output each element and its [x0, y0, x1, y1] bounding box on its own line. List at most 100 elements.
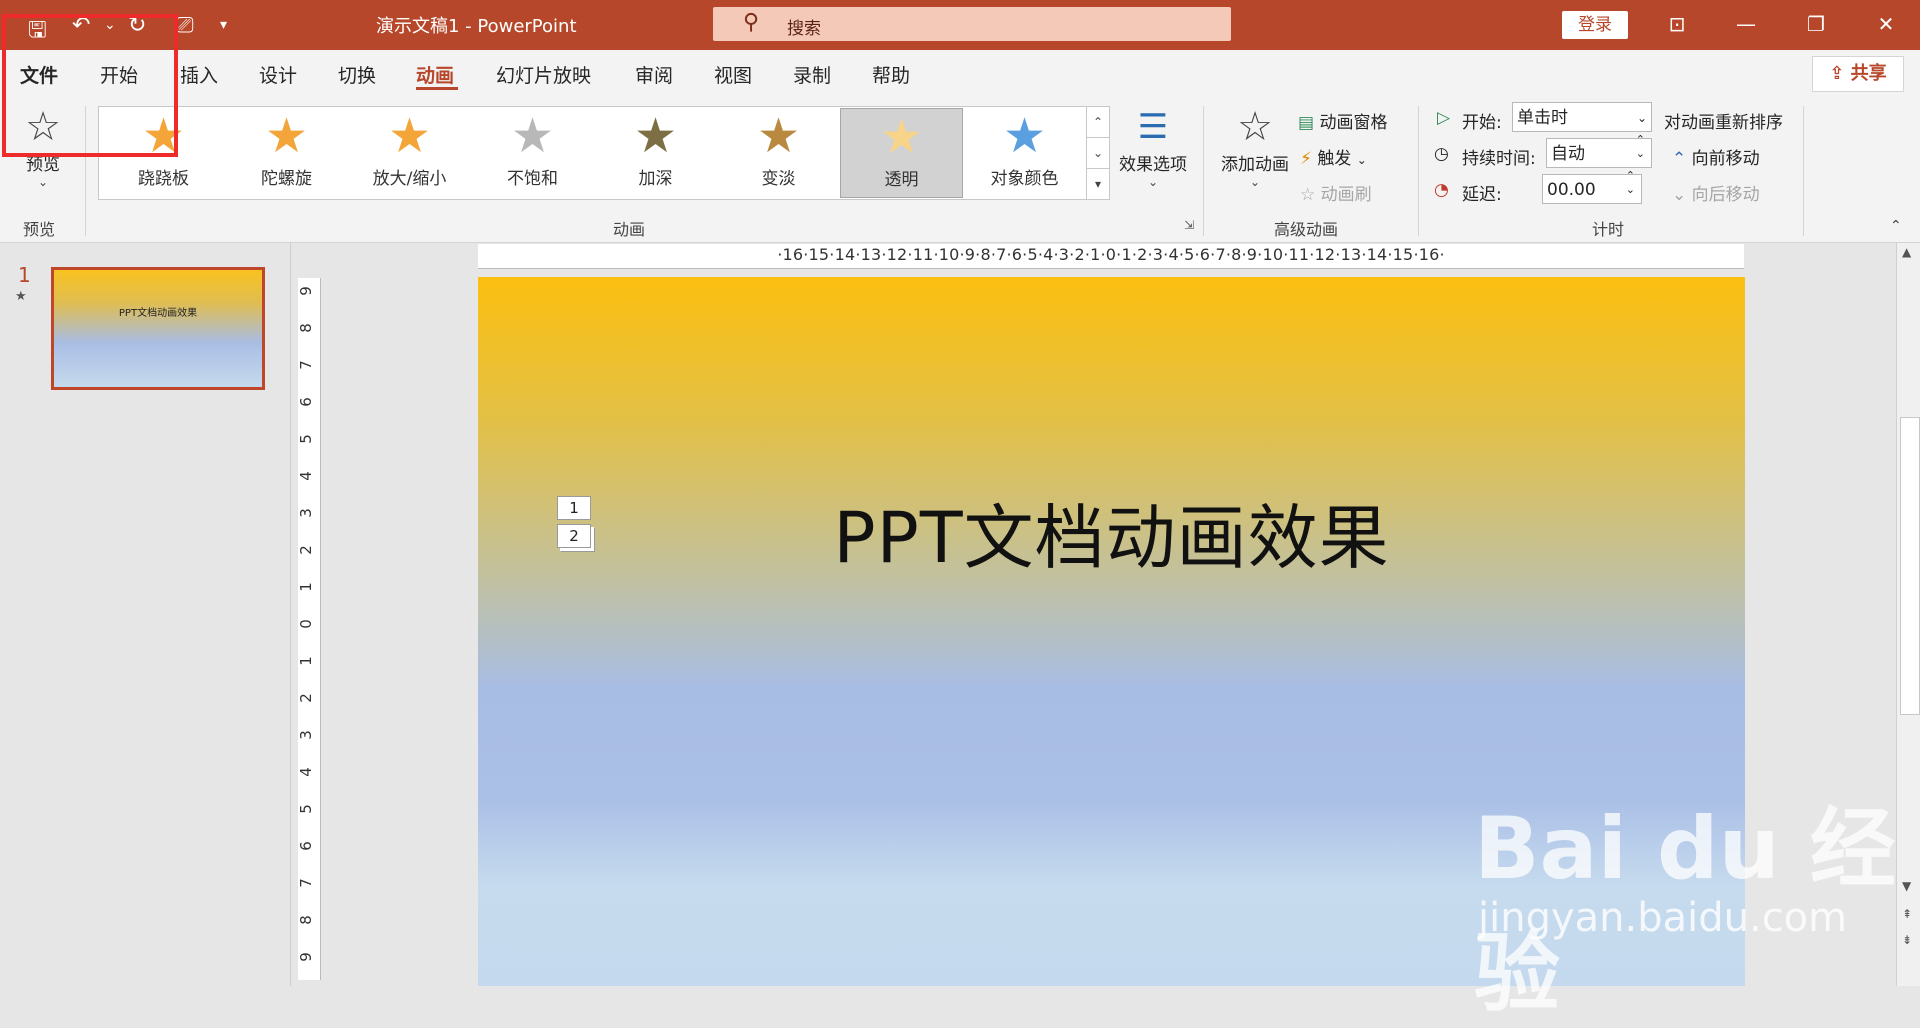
ruler-tick-label: 2 — [296, 545, 315, 555]
animation-painter-button[interactable]: ☆ 动画刷 — [1300, 180, 1372, 205]
chevron-down-icon: ⌄ — [1636, 111, 1647, 125]
tab-transitions[interactable]: 切换 — [338, 61, 376, 88]
gallery-item-label: 陀螺旋 — [261, 169, 312, 189]
title-bar: 🖫 ↶ ⌄ ↻ ⎚ ▾ 演示文稿1 - PowerPoint ⚲ 搜索 登录 ⊡… — [0, 0, 1920, 50]
customize-qat-icon[interactable]: ▾ — [220, 17, 227, 33]
tab-review[interactable]: 审阅 — [635, 61, 673, 88]
collapse-ribbon-icon[interactable]: ⌃ — [1890, 218, 1902, 234]
ruler-tick-label: 7 — [296, 878, 315, 888]
gallery-item-lighten[interactable]: ★ 变淡 — [718, 108, 839, 196]
search-box[interactable]: ⚲ 搜索 — [713, 7, 1231, 41]
chevron-down-icon: ⌄ — [37, 175, 49, 189]
spinner-arrows-icon[interactable]: ⌃ ⌄ — [1626, 169, 1635, 197]
gallery-item-label: 对象颜色 — [990, 169, 1059, 189]
effect-options-button[interactable]: ☰ 效果选项 ⌄ — [1113, 104, 1193, 189]
reorder-title: 对动画重新排序 — [1664, 113, 1783, 133]
animation-pane-label: 动画窗格 — [1319, 113, 1388, 133]
ruler-tick-label: 5 — [296, 434, 315, 444]
move-later-button[interactable]: ⌄ 向后移动 — [1672, 180, 1760, 205]
trigger-button[interactable]: ⚡ 触发 ⌄ — [1300, 144, 1367, 169]
gallery-item-object-color[interactable]: ★ 对象颜色 — [964, 108, 1085, 196]
animation-tag-2[interactable]: 2 — [557, 524, 591, 548]
add-animation-button[interactable]: ☆ 添加动画 ⌄ — [1218, 104, 1292, 189]
star-icon: ★ — [1002, 108, 1047, 164]
move-earlier-label: 向前移动 — [1691, 149, 1760, 169]
baidu-watermark-url: jingyan.baidu.com — [1478, 895, 1848, 941]
animation-pane-button[interactable]: ▤ 动画窗格 — [1298, 108, 1387, 133]
gallery-item-label: 不饱和 — [507, 169, 558, 189]
ribbon-tab-bar: 文件 开始 插入 设计 切换 动画 幻灯片放映 审阅 视图 录制 帮助 — [0, 50, 1920, 98]
delay-value: 00.00 — [1547, 180, 1596, 200]
tab-record[interactable]: 录制 — [793, 61, 831, 88]
arrow-down-icon: ⌄ — [1672, 185, 1687, 205]
gallery-item-label: 变淡 — [761, 169, 796, 189]
gallery-scroll-up-icon[interactable]: ⌃ — [1086, 106, 1110, 138]
animation-tag-1[interactable]: 1 — [557, 496, 591, 520]
scrollbar-thumb[interactable] — [1900, 417, 1920, 715]
gallery-scroll-down-icon[interactable]: ⌄ — [1086, 137, 1110, 169]
star-icon: ★ — [756, 108, 801, 164]
star-icon: ★ — [264, 108, 309, 164]
close-icon[interactable]: ✕ — [1866, 9, 1906, 39]
star-icon: ★ — [633, 108, 678, 164]
highlight-box — [2, 14, 178, 157]
chevron-down-icon: ⌄ — [1356, 153, 1367, 167]
share-label: 共享 — [1850, 63, 1887, 84]
gallery-item-desaturate[interactable]: ★ 不饱和 — [472, 108, 593, 196]
group-separator — [1203, 106, 1204, 236]
ruler-tick-label: 1 — [296, 656, 315, 666]
tab-animations[interactable]: 动画 — [416, 61, 454, 88]
tab-slideshow[interactable]: 幻灯片放映 — [496, 61, 591, 88]
chevron-down-icon: ⌄ — [1249, 175, 1261, 189]
gallery-item-grow-shrink[interactable]: ★ 放大/缩小 — [349, 108, 470, 196]
ruler-tick-label: 3 — [296, 730, 315, 740]
scroll-up-icon[interactable]: ▲ — [1902, 245, 1911, 259]
spinner-arrows-icon[interactable]: ⌃ ⌄ — [1636, 133, 1645, 161]
search-placeholder: 搜索 — [787, 19, 821, 39]
restore-icon[interactable]: ❐ — [1796, 9, 1836, 39]
gallery-item-spin[interactable]: ★ 陀螺旋 — [226, 108, 347, 196]
clock-icon: ◷ — [1434, 144, 1449, 164]
effect-options-label: 效果选项 — [1119, 155, 1187, 175]
animation-painter-icon: ☆ — [1300, 185, 1316, 205]
ruler-tick-label: 2 — [296, 693, 315, 703]
minimize-icon[interactable]: — — [1726, 9, 1766, 39]
tab-help[interactable]: 帮助 — [872, 61, 910, 88]
delay-spinner[interactable]: 00.00 ⌃ ⌄ — [1542, 169, 1642, 204]
ruler-tick-label: 8 — [296, 915, 315, 925]
group-separator — [1418, 106, 1419, 236]
share-button[interactable]: ⇪ 共享 — [1812, 56, 1904, 92]
ruler-tick-label: 4 — [296, 471, 315, 481]
delay-clock-icon: ◔ — [1434, 180, 1449, 200]
tab-design[interactable]: 设计 — [259, 61, 297, 88]
gallery-item-darken[interactable]: ★ 加深 — [595, 108, 716, 196]
star-icon: ★ — [387, 108, 432, 164]
thumbnail-title: PPT文档动画效果 — [118, 308, 198, 319]
horizontal-ruler-ticks: ·16·15·14·13·12·11·10·9·8·7·6·5·4·3·2·1·… — [777, 245, 1445, 264]
search-icon: ⚲ — [743, 10, 760, 35]
star-icon: ★ — [879, 109, 924, 165]
slide-thumbnail-pane: 1 ★ PPT文档动画效果 — [0, 243, 291, 986]
present-from-start-icon[interactable]: ⎚ — [176, 13, 194, 38]
ribbon-display-options-icon[interactable]: ⊡ — [1657, 9, 1697, 39]
vertical-ruler: 9 8 7 6 5 4 3 2 1 0 1 2 3 4 5 6 7 8 9 — [296, 278, 321, 980]
dialog-launcher-icon[interactable]: ⇲ — [1184, 218, 1194, 232]
ruler-tick-label: 3 — [296, 508, 315, 518]
tab-insert[interactable]: 插入 — [180, 61, 218, 88]
slide-number: 1 — [18, 263, 31, 287]
tab-view[interactable]: 视图 — [714, 61, 752, 88]
ruler-tick-label: 9 — [296, 286, 315, 296]
gallery-item-label: 透明 — [884, 170, 919, 190]
slide-thumbnail[interactable]: PPT文档动画效果 — [51, 267, 265, 390]
duration-spinner[interactable]: 自动 ⌃ ⌄ — [1546, 133, 1652, 168]
login-button[interactable]: 登录 — [1562, 11, 1628, 39]
slide-title[interactable]: PPT文档动画效果 — [478, 482, 1745, 583]
play-icon: ▷ — [1437, 108, 1451, 128]
move-earlier-button[interactable]: ⌃ 向前移动 — [1672, 144, 1760, 169]
group-label-advanced: 高级动画 — [1274, 220, 1339, 239]
add-animation-icon: ☆ — [1237, 104, 1273, 150]
gallery-more-icon[interactable]: ▾ — [1086, 168, 1110, 200]
gallery-item-transparency[interactable]: ★ 透明 — [840, 108, 963, 198]
gallery-item-label: 跷跷板 — [138, 169, 189, 189]
start-select[interactable]: 单击时 ⌄ — [1512, 102, 1652, 132]
